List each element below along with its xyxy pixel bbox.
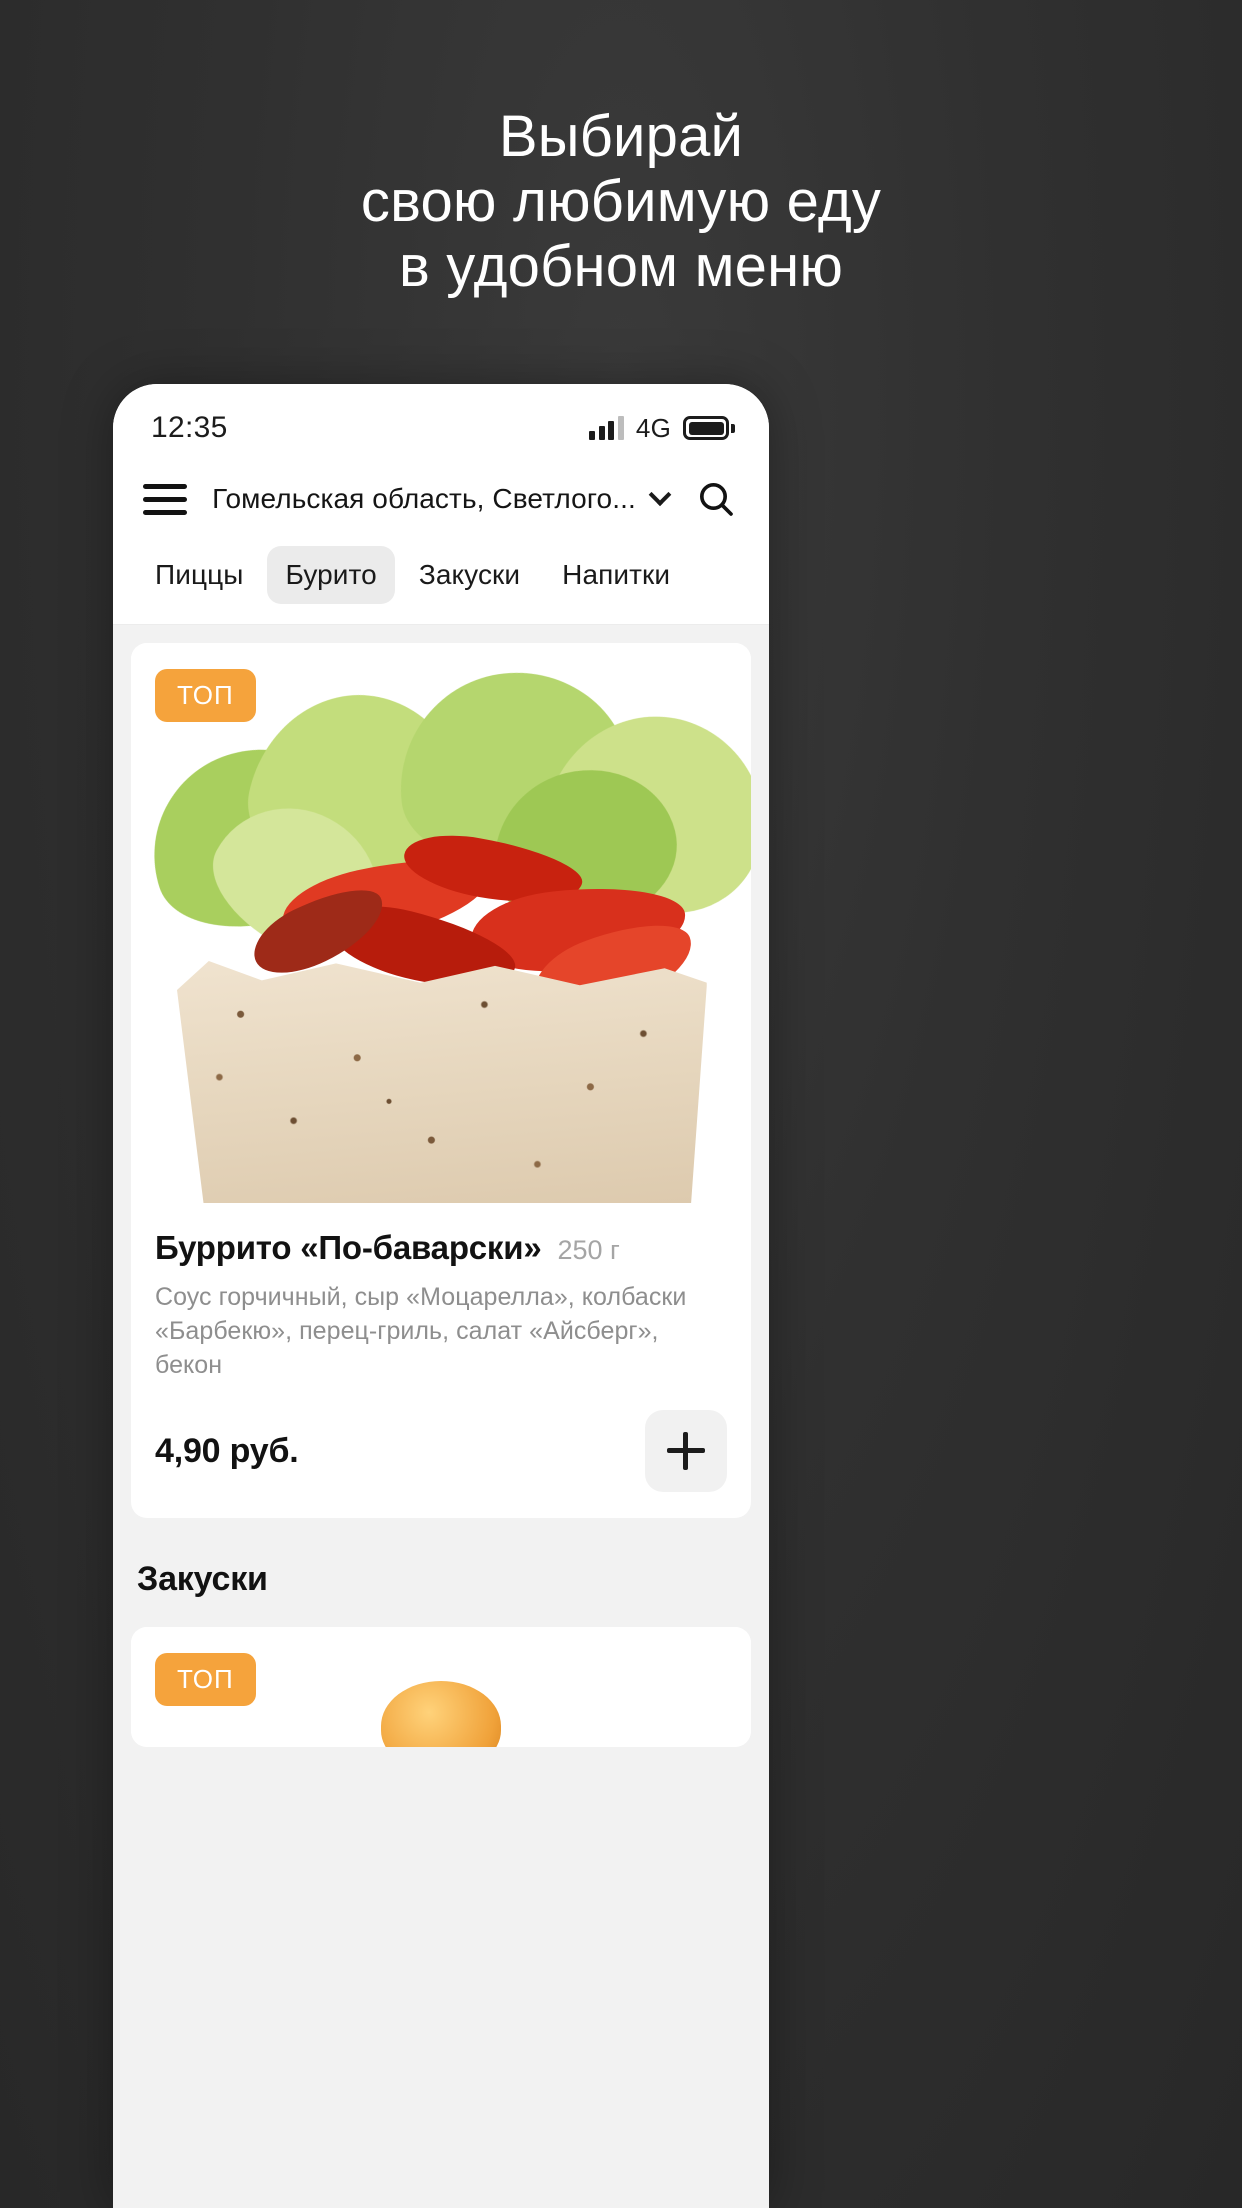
signal-strength-icon	[589, 416, 624, 440]
headline-line-2: свою любимую еду	[360, 168, 882, 234]
chevron-down-icon	[648, 483, 672, 507]
product-image	[131, 643, 751, 1203]
category-tabs: Пиццы Бурито Закуски Напитки	[113, 540, 769, 625]
tab-drinks[interactable]: Напитки	[544, 546, 688, 604]
status-badge: ТОП	[155, 669, 256, 722]
plus-icon	[667, 1432, 705, 1470]
add-to-cart-button[interactable]	[645, 1410, 727, 1492]
product-weight: 250 г	[557, 1235, 620, 1265]
location-selector[interactable]: Гомельская область, Светлого...	[187, 483, 693, 515]
promo-headline: Выбирай свою любимую еду в удобном меню	[0, 104, 1242, 300]
battery-icon	[683, 416, 735, 440]
tab-pizzas[interactable]: Пиццы	[137, 546, 261, 604]
status-bar-clock: 12:35	[151, 411, 228, 444]
status-badge: ТОП	[155, 1653, 256, 1706]
phone-mockup: 12:35 4G Гомельская область, Светлого...	[113, 384, 769, 2208]
headline-line-3: в удобном меню	[398, 233, 844, 299]
tab-burrito[interactable]: Бурито	[267, 546, 395, 604]
section-title-snacks: Закуски	[137, 1560, 268, 1598]
status-bar: 12:35 4G	[113, 384, 769, 458]
product-card-next[interactable]: ТОП	[131, 1627, 751, 1747]
location-label: Гомельская область, Светлого...	[212, 483, 636, 514]
headline-line-1: Выбирай	[498, 104, 744, 169]
network-type-label: 4G	[635, 412, 671, 443]
product-title: Буррито «По-баварски»	[155, 1229, 542, 1266]
product-purchase-row: 4,90 руб.	[131, 1382, 751, 1518]
product-price: 4,90 руб.	[155, 1431, 299, 1470]
product-title-row: Буррито «По-баварски» 250 г	[155, 1229, 727, 1267]
search-icon[interactable]	[693, 476, 739, 522]
status-bar-indicators: 4G	[589, 413, 735, 444]
tab-snacks[interactable]: Закуски	[401, 546, 538, 604]
product-card[interactable]: ТОП Буррито «По-баварски» 250 г Соус гор…	[131, 643, 751, 1518]
product-feed[interactable]: ТОП Буррито «По-баварски» 250 г Соус гор…	[113, 625, 769, 2208]
app-header: Гомельская область, Светлого...	[113, 458, 769, 540]
product-info: Буррито «По-баварски» 250 г Соус горчичн…	[131, 1203, 751, 1382]
hamburger-icon[interactable]	[143, 483, 187, 515]
product-description: Соус горчичный, сыр «Моцарелла», колбаск…	[155, 1283, 687, 1379]
